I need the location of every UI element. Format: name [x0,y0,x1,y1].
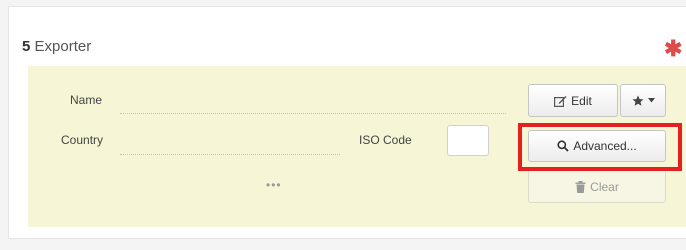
edit-button-label: Edit [571,93,592,108]
edit-button[interactable]: Edit [528,84,618,117]
star-icon [632,95,644,107]
edit-icon [554,95,567,107]
required-icon: ✱ [664,36,683,61]
clear-button[interactable]: Clear [528,170,666,203]
name-field[interactable] [120,113,506,114]
caret-down-icon [647,98,655,103]
highlight-box [518,123,682,171]
clear-button-label: Clear [590,179,619,194]
country-field[interactable] [120,154,340,155]
trash-icon [575,180,586,193]
section-title: 5 Exporter [22,38,91,55]
section-number: 5 [22,38,31,55]
iso-code-input[interactable] [447,125,489,156]
favorites-dropdown-button[interactable] [620,84,666,117]
section-name: Exporter [34,38,92,55]
iso-code-label: ISO Code [359,133,412,147]
country-label: Country [61,133,104,147]
more-indicator: ••• [266,178,282,192]
name-label: Name [70,93,103,107]
